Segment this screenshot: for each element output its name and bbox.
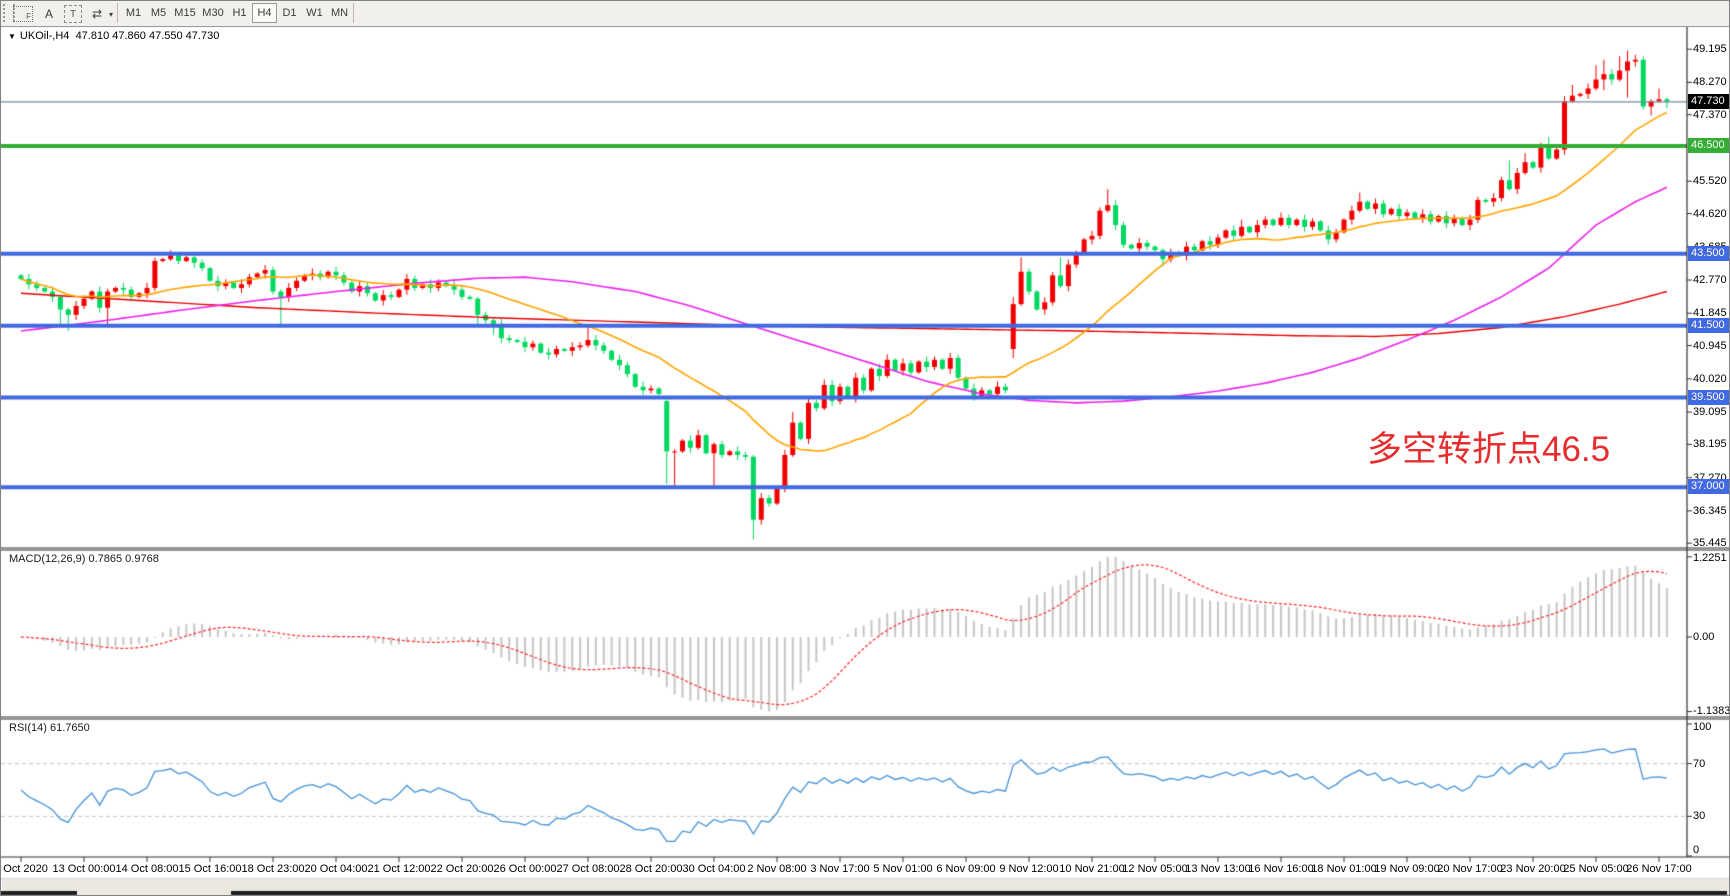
fibo-grid-tool-icon[interactable]: F bbox=[11, 3, 35, 25]
timeframe-button-mn[interactable]: MN bbox=[327, 3, 352, 23]
time-axis-label: 3 Nov 17:00 bbox=[810, 863, 869, 875]
time-axis-label: 28 Oct 20:00 bbox=[620, 863, 683, 875]
bid-price-box: 47.730 bbox=[1688, 94, 1730, 109]
time-axis-label: 20 Oct 04:00 bbox=[305, 863, 368, 875]
symbol-dropdown-icon[interactable]: ▼ bbox=[8, 32, 16, 41]
toolbar-separator bbox=[353, 3, 354, 23]
macd-axis-label: 0.00 bbox=[1693, 631, 1714, 643]
time-axis-label: 26 Nov 17:00 bbox=[1626, 863, 1691, 875]
time-axis-label: 18 Oct 23:00 bbox=[242, 863, 305, 875]
rsi-indicator-label: RSI(14) 61.7650 bbox=[9, 722, 90, 734]
hline-price-box: 46.500 bbox=[1688, 138, 1730, 153]
time-axis-label: 30 Oct 04:00 bbox=[683, 863, 746, 875]
timeframe-button-m1[interactable]: M1 bbox=[121, 3, 146, 23]
hline-price-box: 41.500 bbox=[1688, 318, 1730, 333]
macd-indicator-label: MACD(12,26,9) 0.7865 0.9768 bbox=[9, 553, 159, 565]
time-axis-label: 10 Nov 21:00 bbox=[1059, 863, 1124, 875]
toolbar: FAT⇄▾ M1M5M15M30H1H4D1W1MN bbox=[1, 1, 1730, 27]
time-axis-label: 19 Nov 09:00 bbox=[1374, 863, 1439, 875]
price-axis-label: 48.270 bbox=[1693, 76, 1727, 88]
time-axis-label: 15 Oct 16:00 bbox=[179, 863, 242, 875]
time-axis-label: 6 Nov 09:00 bbox=[936, 863, 995, 875]
hline-price-box: 39.500 bbox=[1688, 390, 1730, 405]
time-axis-label: 5 Nov 01:00 bbox=[873, 863, 932, 875]
price-axis-label: 42.770 bbox=[1693, 274, 1727, 286]
timeframe-button-m15[interactable]: M15 bbox=[171, 3, 199, 23]
trading-chart-window: FAT⇄▾ M1M5M15M30H1H4D1W1MN ▼ UKOil-,H4 47… bbox=[0, 0, 1730, 896]
price-axis-label: 39.095 bbox=[1693, 406, 1727, 418]
macd-axis-label: 1.2251 bbox=[1693, 552, 1727, 564]
time-axis-label: 23 Nov 20:00 bbox=[1500, 863, 1565, 875]
text-label-tool-icon[interactable]: A bbox=[37, 3, 61, 25]
price-axis-label: 38.195 bbox=[1693, 438, 1727, 450]
time-axis-label: 22 Oct 20:00 bbox=[431, 863, 494, 875]
time-axis-label: 20 Nov 17:00 bbox=[1437, 863, 1502, 875]
rsi-axis-label: 100 bbox=[1693, 721, 1711, 733]
time-axis-label: 9 Oct 2020 bbox=[0, 863, 48, 875]
time-axis-label: 18 Nov 01:00 bbox=[1311, 863, 1376, 875]
price-axis-label: 40.945 bbox=[1693, 340, 1727, 352]
timeframe-button-h4[interactable]: H4 bbox=[252, 3, 277, 23]
time-axis-label: 21 Oct 12:00 bbox=[368, 863, 431, 875]
price-axis-label: 35.445 bbox=[1693, 537, 1727, 549]
time-axis-label: 14 Oct 08:00 bbox=[116, 863, 179, 875]
time-axis-label: 13 Oct 00:00 bbox=[53, 863, 116, 875]
time-axis-label: 12 Nov 05:00 bbox=[1122, 863, 1187, 875]
toolbar-separator bbox=[117, 3, 118, 23]
chart-title: ▼ UKOil-,H4 47.810 47.860 47.550 47.730 bbox=[8, 30, 219, 42]
macd-axis-label: -1.1383 bbox=[1693, 705, 1730, 717]
chart-text-annotation: 多空转折点46.5 bbox=[1367, 421, 1610, 472]
price-axis-label: 45.520 bbox=[1693, 175, 1727, 187]
ohlc-values: 47.810 47.860 47.550 47.730 bbox=[76, 30, 220, 42]
timeframe-button-w1[interactable]: W1 bbox=[302, 3, 327, 23]
price-axis-label: 49.195 bbox=[1693, 43, 1727, 55]
timeframe-button-h1[interactable]: H1 bbox=[227, 3, 252, 23]
dropdown-caret-icon[interactable]: ▾ bbox=[105, 3, 117, 25]
hline-price-box: 43.500 bbox=[1688, 246, 1730, 261]
timeframe-button-m30[interactable]: M30 bbox=[199, 3, 227, 23]
timeframe-button-d1[interactable]: D1 bbox=[277, 3, 302, 23]
symbol-label: UKOil-,H4 bbox=[20, 30, 70, 42]
hline-price-box: 37.000 bbox=[1688, 479, 1730, 494]
price-axis-label: 36.345 bbox=[1693, 505, 1727, 517]
time-axis-label: 9 Nov 12:00 bbox=[999, 863, 1058, 875]
rsi-axis-label: 0 bbox=[1693, 844, 1699, 856]
time-axis-label: 2 Nov 08:00 bbox=[747, 863, 806, 875]
time-axis-label: 27 Oct 08:00 bbox=[557, 863, 620, 875]
price-axis-label: 44.620 bbox=[1693, 208, 1727, 220]
time-axis-label: 13 Nov 13:00 bbox=[1185, 863, 1250, 875]
time-axis-label: 26 Oct 00:00 bbox=[494, 863, 557, 875]
timeframe-button-m5[interactable]: M5 bbox=[146, 3, 171, 23]
rsi-axis-label: 30 bbox=[1693, 810, 1705, 822]
time-axis-label: 25 Nov 05:00 bbox=[1563, 863, 1628, 875]
time-axis-label: 16 Nov 16:00 bbox=[1248, 863, 1313, 875]
text-box-tool-icon[interactable]: T bbox=[61, 3, 85, 25]
price-axis-label: 47.370 bbox=[1693, 109, 1727, 121]
price-axis-label: 40.020 bbox=[1693, 373, 1727, 385]
rsi-axis-label: 70 bbox=[1693, 758, 1705, 770]
